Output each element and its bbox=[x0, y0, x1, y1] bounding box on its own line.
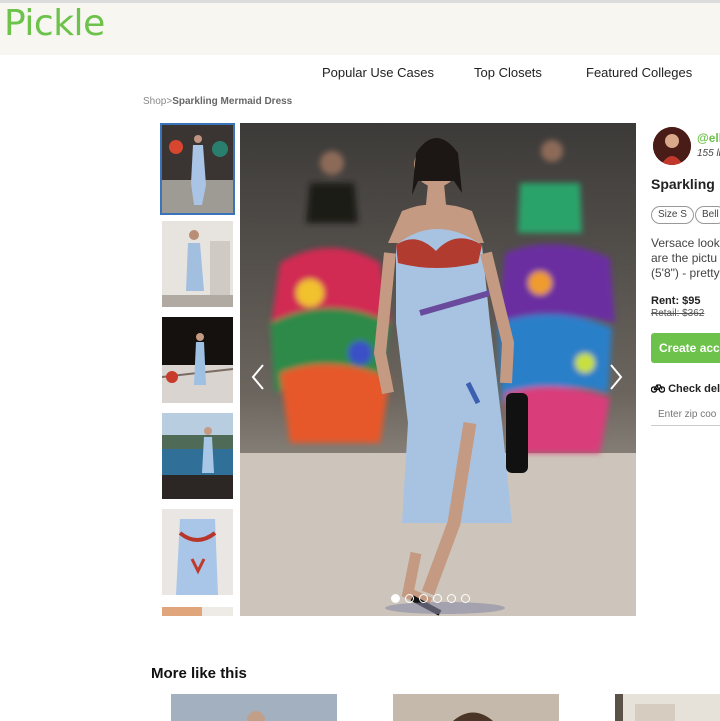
create-account-button[interactable]: Create acc bbox=[651, 333, 720, 363]
seller-handle[interactable]: @ell bbox=[697, 131, 720, 145]
thumbnail-1[interactable] bbox=[160, 123, 235, 215]
recommendation-card[interactable] bbox=[171, 694, 337, 721]
nav-featured-colleges[interactable]: Featured Colleges bbox=[586, 65, 692, 80]
description-line: (5'8") - pretty bbox=[651, 266, 720, 280]
product-description: Versace look are the pictu (5'8") - pret… bbox=[651, 236, 720, 281]
runway-photo bbox=[240, 123, 636, 616]
recommendation-card[interactable] bbox=[615, 694, 720, 721]
breadcrumb-current: Sparkling Mermaid Dress bbox=[172, 96, 293, 107]
carousel-dot[interactable] bbox=[391, 594, 400, 603]
thumbnail-3[interactable] bbox=[162, 317, 233, 403]
bicycle-icon bbox=[650, 383, 668, 395]
thumbnail-6[interactable] bbox=[162, 605, 233, 616]
carousel-dot[interactable] bbox=[461, 594, 470, 603]
carousel-dot[interactable] bbox=[419, 594, 428, 603]
nav-top-closets[interactable]: Top Closets bbox=[474, 65, 542, 80]
size-tag: Size S bbox=[651, 206, 694, 224]
carousel-dot[interactable] bbox=[433, 594, 442, 603]
retail-price: Retail: $362 bbox=[651, 308, 705, 319]
chevron-left-icon[interactable] bbox=[250, 363, 266, 395]
thumbnail-2[interactable] bbox=[162, 221, 233, 307]
breadcrumb-shop-link[interactable]: Shop bbox=[143, 96, 166, 107]
breadcrumb: Shop>Sparkling Mermaid Dress bbox=[143, 96, 292, 107]
check-delivery[interactable]: Check deli bbox=[650, 383, 720, 395]
chevron-right-icon[interactable] bbox=[608, 363, 624, 395]
description-line: are the pictu bbox=[651, 251, 718, 265]
more-like-this-heading: More like this bbox=[151, 665, 247, 682]
style-tag: Bell bbox=[695, 206, 720, 224]
thumbnail-5[interactable] bbox=[162, 509, 233, 595]
seller-listing-count: 155 li bbox=[697, 148, 720, 159]
product-title: Sparkling bbox=[651, 176, 715, 192]
recommendation-card[interactable] bbox=[393, 694, 559, 721]
zip-code-input[interactable] bbox=[651, 404, 720, 426]
carousel-dot[interactable] bbox=[447, 594, 456, 603]
seller-avatar[interactable] bbox=[653, 127, 691, 165]
check-delivery-label: Check deli bbox=[668, 383, 720, 395]
rent-price: Rent: $95 bbox=[651, 295, 701, 307]
logo[interactable]: Pickle bbox=[4, 3, 105, 44]
nav-popular-use-cases[interactable]: Popular Use Cases bbox=[322, 65, 434, 80]
description-line: Versace look bbox=[651, 236, 720, 250]
thumbnail-4[interactable] bbox=[162, 413, 233, 499]
header-bar: Pickle bbox=[0, 0, 720, 55]
carousel-dots bbox=[391, 594, 470, 603]
main-product-image bbox=[240, 123, 636, 616]
carousel-dot[interactable] bbox=[405, 594, 414, 603]
